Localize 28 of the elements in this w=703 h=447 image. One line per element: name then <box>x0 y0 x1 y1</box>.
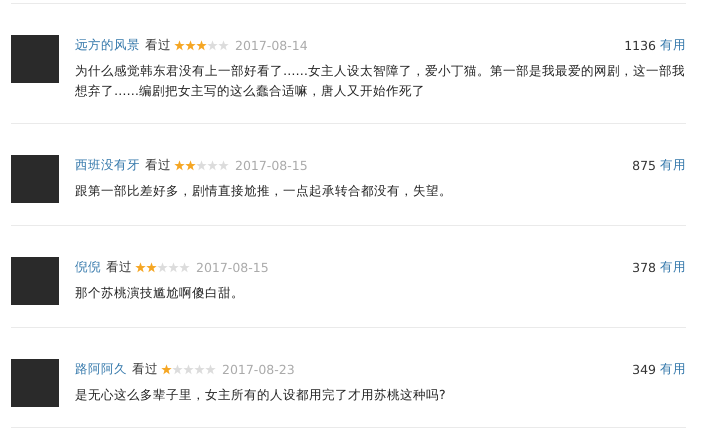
username-link[interactable]: 远方的风景 <box>75 36 140 54</box>
review-text: 是无心这么多辈子里，女主所有的人设都用完了才用苏桃这种吗? <box>75 386 447 404</box>
review-date: 2017-08-23 <box>222 362 295 376</box>
watch-status: 看过 <box>145 36 171 54</box>
watch-status: 看过 <box>132 360 158 378</box>
review-date: 2017-08-15 <box>235 158 308 172</box>
avatar-photo-placeholder[interactable] <box>11 155 59 203</box>
review-text: 为什么感觉韩东君没有上一部好看了……女主人设太智障了，爱小丁猫。第一部是我最爱的网剧，这一部我想弃了……编剧把女主写的这么蠢合适嘛，唐人又开始作死了 <box>75 62 686 100</box>
review-text: 那个苏桃演技尴尬啊傻白甜。 <box>75 284 245 302</box>
watch-status: 看过 <box>145 156 171 174</box>
vote-count: 1136 <box>624 38 656 52</box>
vote-count: 378 <box>632 260 656 274</box>
review-text: 跟第一部比差好多，剧情直接尬推，一点起承转合都没有，失望。 <box>75 182 453 200</box>
avatar-photo-placeholder[interactable] <box>11 359 59 407</box>
vote-count: 349 <box>632 362 656 376</box>
avatar-photo-placeholder[interactable] <box>11 35 59 83</box>
avatar-photo-placeholder[interactable] <box>11 257 59 305</box>
username-link[interactable]: 路阿阿久 <box>75 360 127 378</box>
useful-link[interactable]: 有用 <box>660 156 686 174</box>
watch-status: 看过 <box>106 258 132 276</box>
username-link[interactable]: 倪倪 <box>75 258 101 276</box>
useful-link[interactable]: 有用 <box>660 258 686 276</box>
review-date: 2017-08-14 <box>235 38 308 52</box>
vote-count: 875 <box>632 158 656 172</box>
review-date: 2017-08-15 <box>196 260 269 274</box>
username-link[interactable]: 西班没有牙 <box>75 156 140 174</box>
useful-link[interactable]: 有用 <box>660 36 686 54</box>
useful-link[interactable]: 有用 <box>660 360 686 378</box>
